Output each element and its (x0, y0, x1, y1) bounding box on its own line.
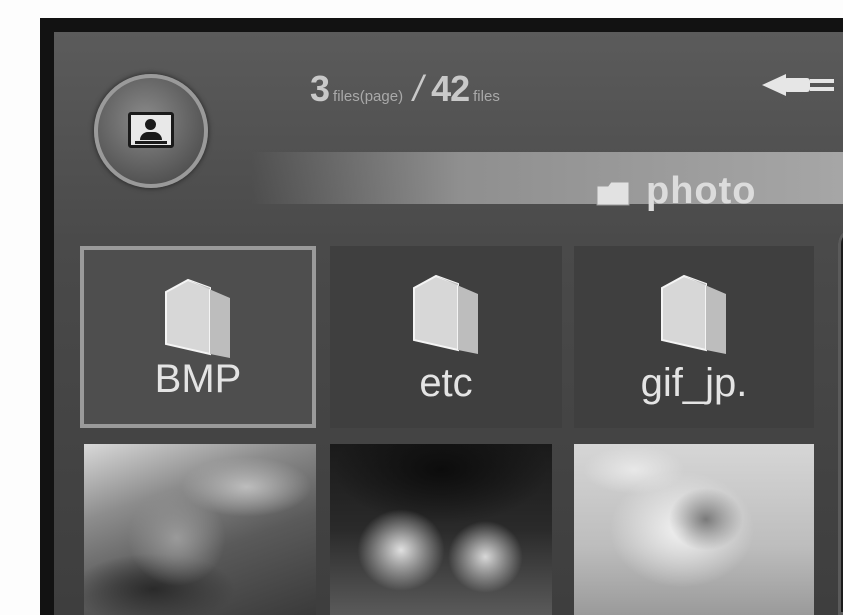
folder-tile-etc[interactable]: etc (330, 246, 562, 428)
photo-thumbnail-3[interactable] (574, 444, 814, 615)
photo-thumbnail-1[interactable] (84, 444, 316, 615)
folder-icon (661, 274, 726, 354)
plug-icon (762, 74, 834, 96)
total-count: 42 (431, 68, 470, 109)
current-count: 3 (310, 68, 330, 109)
folder-label: BMP (154, 357, 242, 401)
photo-mode-icon (128, 112, 174, 148)
folder-tile-gif-jpg[interactable]: gif_jp. (574, 246, 814, 428)
photo-thumbnail-2[interactable] (330, 444, 552, 615)
device-screen: 3 files(page) / 42 files photo BMP etc g… (40, 18, 843, 615)
current-unit: files(page) (333, 88, 404, 105)
folder-icon (165, 278, 230, 358)
folder-icon (596, 181, 630, 206)
mode-button[interactable] (94, 74, 208, 188)
browser-panel: 3 files(page) / 42 files photo BMP etc g… (54, 32, 843, 615)
folder-label: etc (419, 361, 473, 405)
scrollbar[interactable] (838, 228, 843, 615)
path-label: photo (646, 170, 757, 212)
folder-tile-bmp[interactable]: BMP (80, 246, 316, 428)
count-separator: / (413, 68, 424, 109)
folder-label: gif_jp. (640, 361, 748, 405)
total-unit: files (473, 88, 500, 105)
file-counter: 3 files(page) / 42 files (310, 68, 500, 109)
folder-icon (413, 274, 478, 354)
